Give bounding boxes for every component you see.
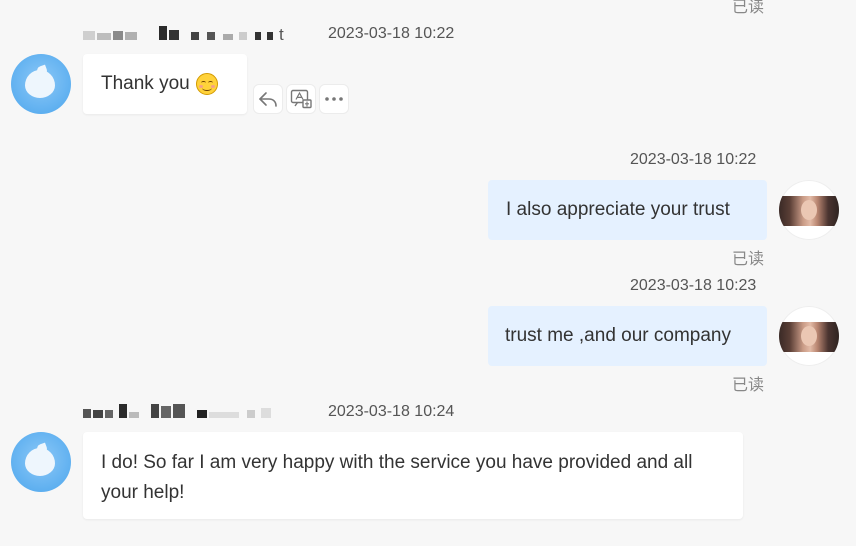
read-status: 已读 [732,251,765,268]
user-avatar[interactable] [779,306,839,366]
bot-avatar[interactable] [11,54,71,114]
message-timestamp: 2023-03-18 10:23 [630,277,757,294]
more-button[interactable] [319,84,349,114]
message-text: trust me ,and our company [505,325,731,346]
incoming-message-bubble[interactable]: Thank you [83,54,247,114]
translate-icon [290,89,312,109]
blurred-sender-name [83,25,275,45]
blurred-sender-name [83,403,273,423]
more-icon [325,97,343,101]
outgoing-message-bubble[interactable]: I also appreciate your trust [488,180,767,240]
user-avatar[interactable] [779,180,839,240]
read-status: 已读 [732,377,765,394]
message-text: Thank you [101,73,190,94]
bot-avatar[interactable] [11,432,71,492]
sender-name-tail: t [279,25,284,44]
read-status: 已读 [732,0,765,16]
incoming-message-bubble[interactable]: I do! So far I am very happy with the se… [83,432,743,519]
outgoing-message-bubble[interactable]: trust me ,and our company [488,306,767,366]
smile-emoji-icon [195,73,218,95]
message-text: I also appreciate your trust [506,199,730,220]
message-timestamp: 2023-03-18 10:22 [328,25,455,42]
message-timestamp: 2023-03-18 10:22 [630,151,757,168]
reply-button[interactable] [253,84,283,114]
reply-icon [259,92,277,107]
sender-name [83,403,273,423]
translate-button[interactable] [286,84,316,114]
message-timestamp: 2023-03-18 10:24 [328,403,455,420]
message-text: I do! So far I am very happy with the se… [101,452,693,503]
sender-name: t [83,25,284,45]
